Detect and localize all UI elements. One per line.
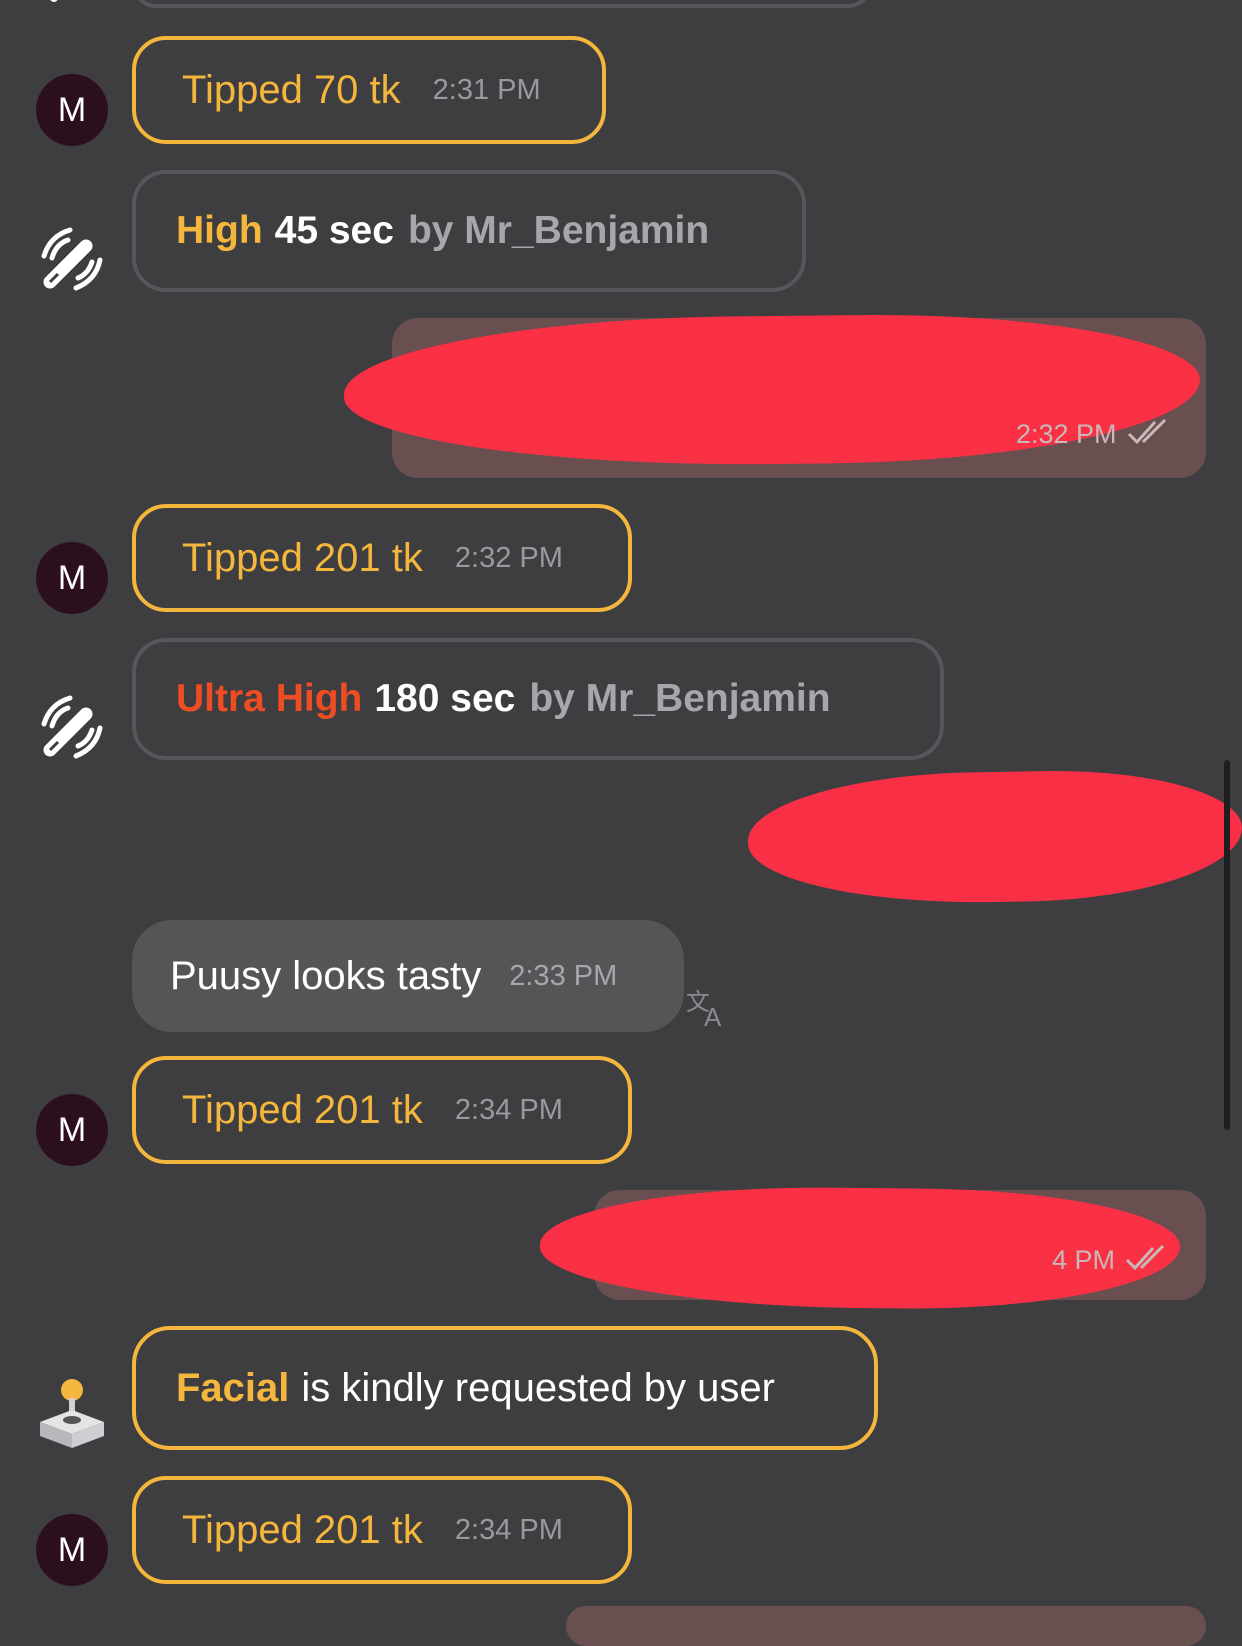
translate-icon[interactable]: 文 A bbox=[686, 984, 734, 1032]
avatar[interactable]: M bbox=[36, 1094, 108, 1166]
request-text: is kindly requested by user bbox=[301, 1365, 775, 1410]
tip-amount: Tipped 201 tk bbox=[182, 1087, 423, 1132]
tip-amount: Tipped 70 tk bbox=[182, 67, 401, 112]
double-check-icon bbox=[1125, 418, 1169, 451]
own-message-status: 4 PM bbox=[1052, 1244, 1167, 1277]
cropped-own-message-bubble[interactable] bbox=[566, 1606, 1206, 1646]
tip-bubble: Tipped 201 tk 2:34 PM bbox=[132, 1056, 632, 1164]
avatar-initial: M bbox=[57, 1110, 87, 1149]
avatar-initial: M bbox=[57, 1530, 87, 1569]
vibration-level: High bbox=[176, 209, 263, 252]
svg-text:A: A bbox=[704, 1002, 722, 1028]
incoming-message-time: 2:33 PM bbox=[509, 959, 618, 992]
tip-time: 2:34 PM bbox=[454, 1093, 563, 1126]
double-check-icon bbox=[1123, 1244, 1167, 1277]
avatar[interactable]: M bbox=[36, 542, 108, 614]
incoming-message-bubble[interactable]: Puusy looks tasty 2:33 PM bbox=[132, 920, 684, 1032]
avatar-initial: M bbox=[57, 90, 87, 129]
request-name: Facial bbox=[176, 1365, 290, 1410]
own-message-time: 4 PM bbox=[1052, 1245, 1116, 1275]
tip-bubble: Tipped 201 tk 2:32 PM bbox=[132, 504, 632, 612]
avatar[interactable]: M bbox=[36, 1514, 108, 1586]
own-message-time: 2:32 PM bbox=[1016, 419, 1117, 449]
vibration-icon bbox=[36, 690, 108, 762]
incoming-message-text: Puusy looks tasty bbox=[170, 953, 482, 998]
vibration-duration: 180 sec bbox=[374, 677, 516, 720]
vibration-author: by Mr_Benjamin bbox=[529, 677, 831, 720]
tip-time: 2:32 PM bbox=[454, 541, 563, 574]
request-bubble: Facial is kindly requested by user bbox=[132, 1326, 878, 1450]
avatar-initial: M bbox=[57, 558, 87, 597]
tip-time: 2:34 PM bbox=[454, 1513, 563, 1546]
tip-bubble: Tipped 201 tk 2:34 PM bbox=[132, 1476, 632, 1584]
vibration-level: Ultra High bbox=[176, 677, 363, 720]
vibration-icon bbox=[36, 222, 108, 294]
scrollbar[interactable] bbox=[1224, 760, 1230, 1130]
vibration-bubble: High 45 sec by Mr_Benjamin bbox=[132, 170, 806, 292]
vibration-duration: 45 sec bbox=[274, 209, 394, 252]
vibration-bubble: Ultra High 180 sec by Mr_Benjamin bbox=[132, 638, 944, 760]
tip-time: 2:31 PM bbox=[432, 73, 541, 106]
vibration-author: by Mr_Benjamin bbox=[407, 209, 710, 252]
tip-amount: Tipped 201 tk bbox=[182, 1507, 423, 1552]
cropped-vibe-icon bbox=[38, 0, 108, 6]
tip-bubble: Tipped 70 tk 2:31 PM bbox=[132, 36, 606, 144]
avatar[interactable]: M bbox=[36, 74, 108, 146]
tip-amount: Tipped 201 tk bbox=[182, 535, 423, 580]
redacted-message[interactable] bbox=[746, 767, 1242, 907]
cropped-message-bubble bbox=[132, 0, 872, 8]
joystick-icon bbox=[36, 1378, 108, 1450]
own-message-status: 2:32 PM bbox=[1016, 418, 1169, 451]
